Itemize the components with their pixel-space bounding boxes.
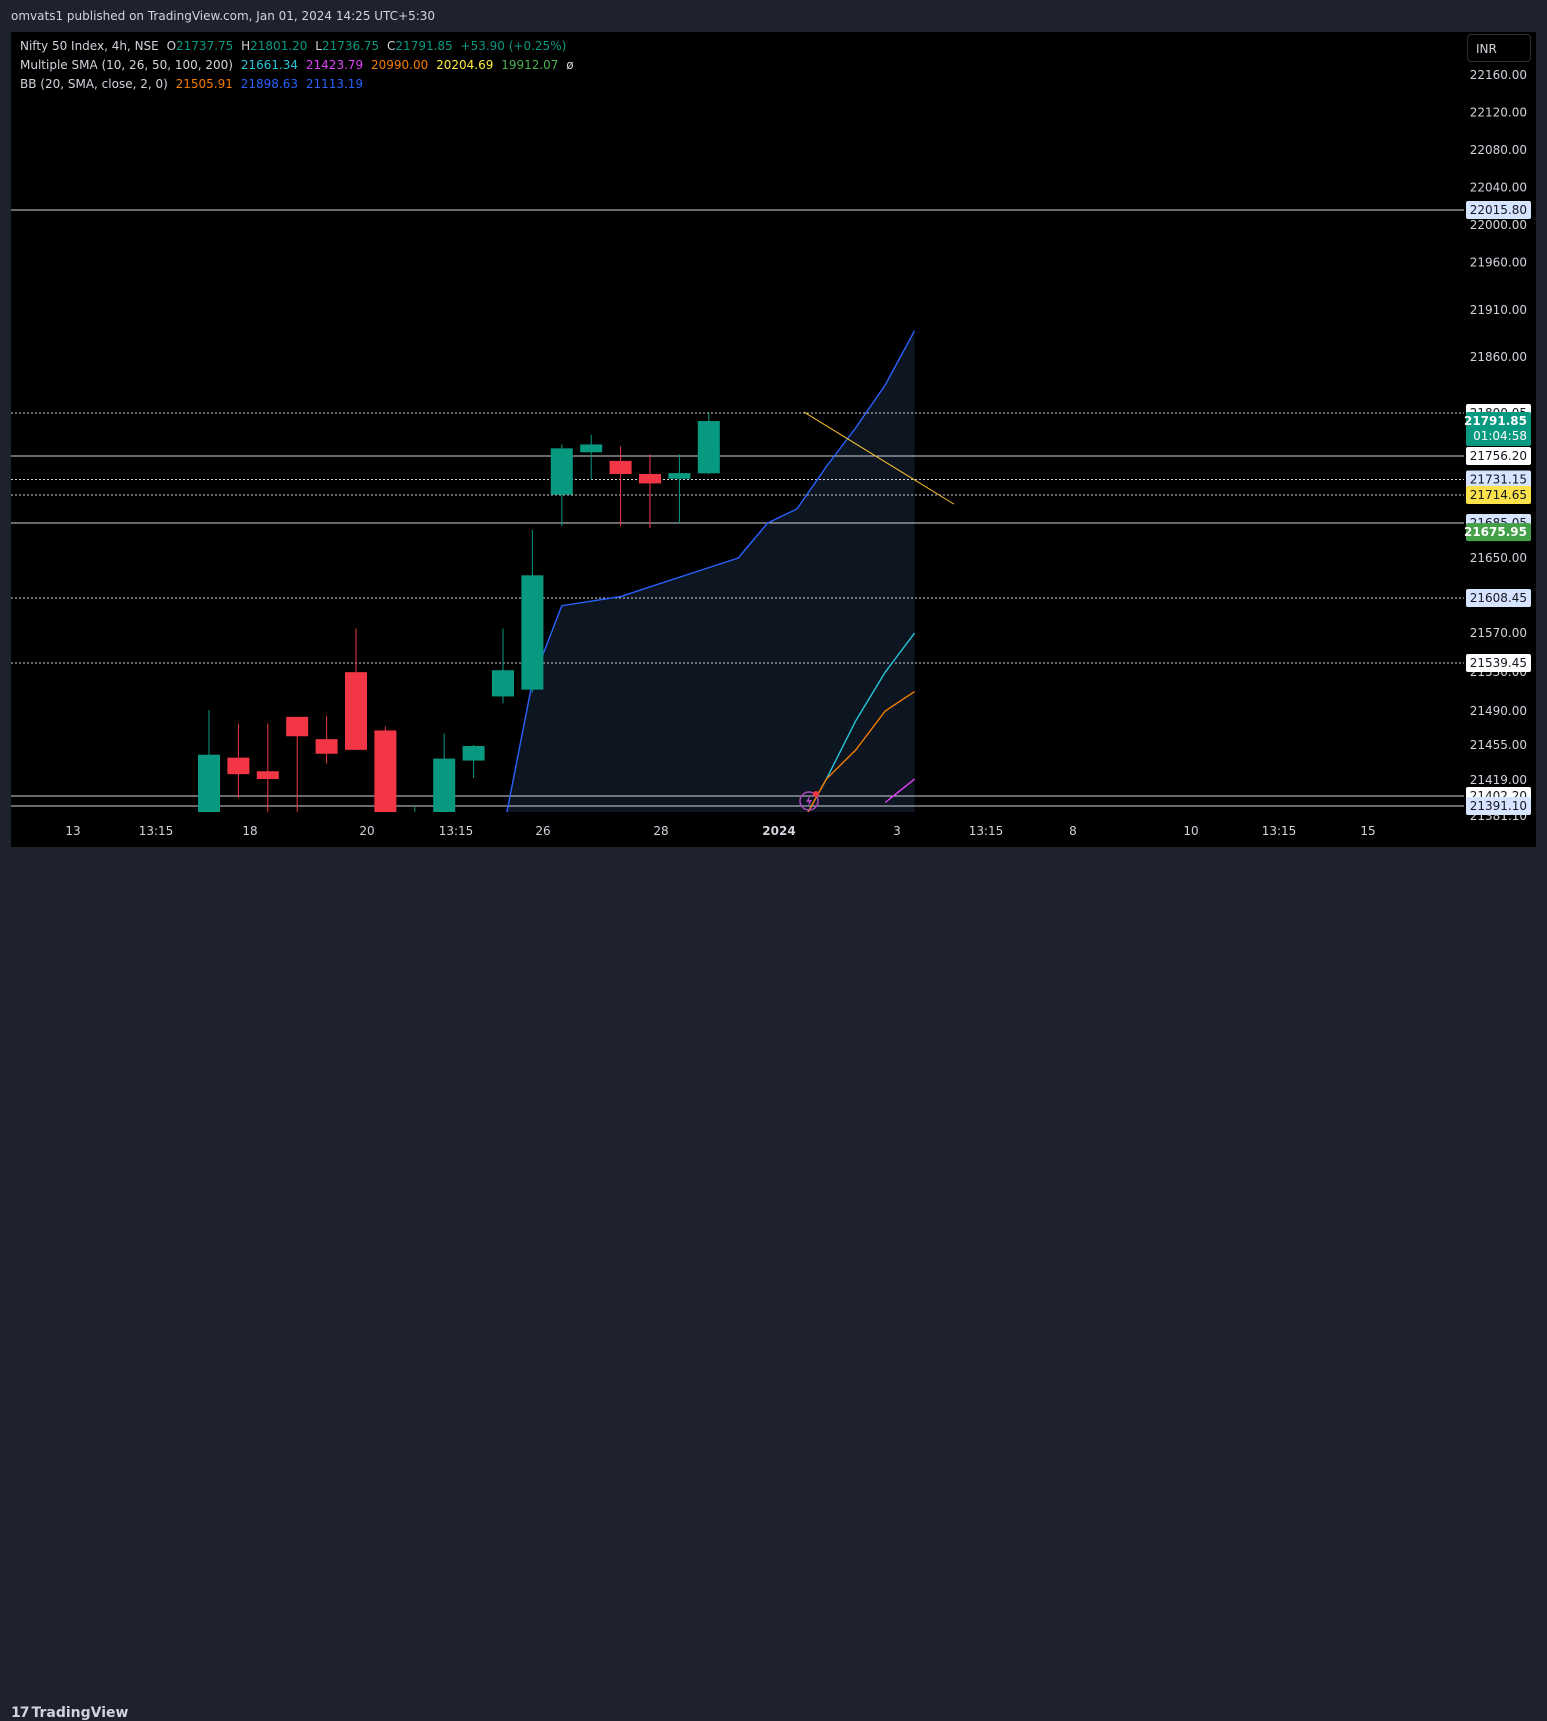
- x-tick-label: 3: [893, 824, 901, 838]
- x-tick-label: 13:15: [969, 824, 1004, 838]
- price-badge-label: 21714.65: [1470, 488, 1527, 502]
- y-tick-label: 22120.00: [1470, 105, 1527, 119]
- y-tick-label: 21455.00: [1470, 738, 1527, 752]
- sma-value-6: ø: [566, 58, 574, 72]
- bb-value-1: 21505.91: [175, 77, 233, 91]
- legend-high: 21801.20: [250, 39, 308, 53]
- sma-value-2: 21423.79: [305, 58, 364, 72]
- x-tick-label: 13:15: [1262, 824, 1297, 838]
- bb-value-3: 21113.19: [305, 77, 364, 91]
- x-tick-label: 28: [653, 824, 668, 838]
- y-tick-label: 21960.00: [1470, 256, 1527, 270]
- candle-body: [639, 474, 661, 484]
- y-tick-label: 22000.00: [1470, 218, 1527, 232]
- candle-body: [580, 444, 603, 453]
- y-tick-label: 21650.00: [1470, 551, 1527, 565]
- bb-title[interactable]: BB (20, SMA, close, 2, 0): [20, 77, 168, 91]
- price-badge-label: 22015.80: [1470, 203, 1527, 217]
- y-tick-label: 21570.00: [1470, 626, 1527, 640]
- candle-body: [315, 739, 338, 754]
- candle-body: [462, 745, 485, 761]
- last-price-label: 21791.85: [1464, 414, 1527, 428]
- sma-value-5: 19912.07: [501, 58, 559, 72]
- legend-sma: Multiple SMA (10, 26, 50, 100, 200) 2166…: [20, 58, 578, 72]
- x-tick-label: 10: [1183, 824, 1198, 838]
- legend-open: 21737.75: [176, 39, 234, 53]
- y-tick-label: 21860.00: [1470, 350, 1527, 364]
- price-badge-label: 21756.20: [1470, 449, 1527, 463]
- candle-body: [609, 460, 632, 475]
- legend-bb: BB (20, SMA, close, 2, 0) 21505.91 21898…: [20, 77, 367, 91]
- sma-value-1: 21661.34: [240, 58, 299, 72]
- countdown-label: 01:04:58: [1473, 429, 1527, 443]
- legend-ohlc: Nifty 50 Index, 4h, NSE O21737.75 H21801…: [20, 39, 567, 53]
- candle-body: [492, 670, 514, 697]
- price-badge-label: 21731.15: [1470, 473, 1527, 487]
- price-badge-label: 21675.95: [1464, 525, 1527, 539]
- bb-fill: [503, 330, 915, 832]
- price-badge-label: 21539.45: [1470, 656, 1527, 670]
- candle-body: [345, 672, 367, 750]
- candle-body: [550, 448, 573, 495]
- legend-close: 21791.85: [395, 39, 453, 53]
- y-tick-label: 22040.00: [1470, 180, 1527, 194]
- price-badge-label: 21608.45: [1470, 591, 1527, 605]
- candle-body: [198, 754, 220, 812]
- footer-bar: 17 TradingView: [0, 847, 1547, 1721]
- sma-title[interactable]: Multiple SMA (10, 26, 50, 100, 200): [20, 58, 233, 72]
- candle-body: [433, 758, 456, 812]
- tv-mark-icon: 17: [11, 1705, 30, 1721]
- candle-body: [521, 575, 544, 690]
- candle-body: [227, 757, 250, 775]
- chart-pane[interactable]: 13 13:15 18 20 13:15 26 28 2024 3 13:15 8 10 13:15 15…: [11, 32, 1536, 847]
- y-tick-label: 21419.00: [1470, 773, 1527, 787]
- x-tick-label: 13:15: [439, 824, 474, 838]
- flash-icon[interactable]: [798, 790, 820, 812]
- x-tick-label: 13: [65, 824, 80, 838]
- candle-body: [256, 771, 279, 780]
- y-tick-label: 21910.00: [1470, 303, 1527, 317]
- bb-value-2: 21898.63: [240, 77, 298, 91]
- x-tick-label: 18: [242, 824, 257, 838]
- x-tick-label: 8: [1069, 824, 1077, 838]
- y-tick-label: 21490.00: [1470, 704, 1527, 718]
- sma-value-3: 20990.00: [371, 58, 429, 72]
- candle-body: [668, 473, 691, 479]
- tradingview-logo[interactable]: 17 TradingView: [11, 1705, 128, 1721]
- published-text: omvats1 published on TradingView.com, Ja…: [11, 9, 436, 23]
- legend-change: +53.90 (+0.25%): [460, 39, 567, 53]
- price-badge-label: 21391.10: [1470, 799, 1527, 813]
- y-tick-label: 22160.00: [1470, 68, 1527, 82]
- price-chart[interactable]: 13 13:15 18 20 13:15 26 28 2024 3 13:15 8 10 13:15 15…: [11, 32, 1536, 847]
- candle-body: [286, 716, 309, 737]
- currency-button[interactable]: INR: [1467, 34, 1531, 62]
- x-tick-label: 15: [1360, 824, 1375, 838]
- candle-body: [374, 730, 397, 812]
- candle-body: [697, 421, 720, 474]
- y-tick-label: 22080.00: [1470, 143, 1527, 157]
- x-tick-label: 13:15: [139, 824, 174, 838]
- x-tick-label: 26: [535, 824, 550, 838]
- x-tick-label: 2024: [762, 824, 795, 838]
- x-tick-label: 20: [359, 824, 374, 838]
- legend-symbol[interactable]: Nifty 50 Index, 4h, NSE: [20, 39, 159, 53]
- sma-value-4: 20204.69: [436, 58, 494, 72]
- legend-low: 21736.75: [321, 39, 380, 53]
- header-bar: omvats1 published on TradingView.com, Ja…: [0, 0, 1547, 32]
